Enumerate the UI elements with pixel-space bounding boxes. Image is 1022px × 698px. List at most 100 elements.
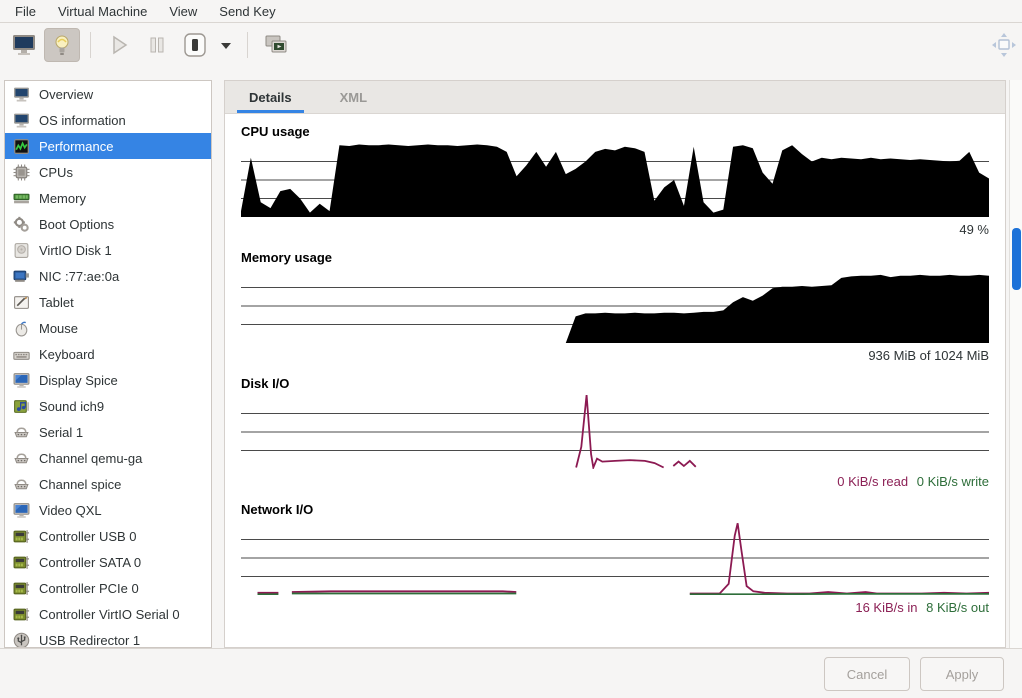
sidebar-item-label: Tablet [39, 295, 74, 310]
disk-read-value: 0 KiB/s read [837, 474, 908, 489]
sidebar-item-label: Video QXL [39, 503, 102, 518]
sidebar-item-usb-redirector-1[interactable]: USB Redirector 1 [5, 627, 211, 648]
sidebar-item-overview[interactable]: Overview [5, 81, 211, 107]
menu-view[interactable]: View [158, 2, 208, 21]
display-icon [13, 502, 30, 519]
sidebar-item-channel-spice[interactable]: Channel spice [5, 471, 211, 497]
play-icon [107, 33, 131, 57]
sidebar-item-mouse[interactable]: Mouse [5, 315, 211, 341]
cpu-usage-chart [241, 143, 989, 217]
sidebar-item-tablet[interactable]: Tablet [5, 289, 211, 315]
shutdown-menu-button[interactable] [215, 28, 237, 62]
vertical-scrollbar[interactable] [1009, 80, 1022, 648]
menu-virtual-machine[interactable]: Virtual Machine [47, 2, 158, 21]
tab-xml[interactable]: XML [316, 81, 391, 113]
performance-panel: CPU usage 49 % Memory usage 936 MiB of 1… [225, 114, 1005, 617]
caret-down-icon [219, 33, 233, 57]
sidebar-item-label: Mouse [39, 321, 78, 336]
sidebar-item-serial-1[interactable]: Serial 1 [5, 419, 211, 445]
sidebar-item-label: Display Spice [39, 373, 118, 388]
sidebar-item-nic-77-ae-0a[interactable]: NIC :77:ae:0a [5, 263, 211, 289]
sidebar-item-label: VirtIO Disk 1 [39, 243, 112, 258]
sidebar-item-memory[interactable]: Memory [5, 185, 211, 211]
displays-icon [263, 33, 289, 57]
sidebar-item-label: Channel spice [39, 477, 121, 492]
disk-io-title: Disk I/O [241, 376, 989, 391]
sidebar-item-label: Boot Options [39, 217, 114, 232]
footer: Cancel Apply [0, 648, 1022, 698]
sidebar-item-boot-options[interactable]: Boot Options [5, 211, 211, 237]
sidebar-item-os-information[interactable]: OS information [5, 107, 211, 133]
virtual-displays-button[interactable] [258, 28, 294, 62]
disk-icon [13, 242, 30, 259]
cpu-usage-section: CPU usage 49 % [241, 124, 989, 239]
cpu-icon [13, 164, 30, 181]
sidebar-item-label: CPUs [39, 165, 73, 180]
pause-button[interactable] [139, 28, 175, 62]
sidebar-item-label: Controller PCIe 0 [39, 581, 139, 596]
sidebar-item-controller-usb-0[interactable]: Controller USB 0 [5, 523, 211, 549]
sidebar-item-label: USB Redirector 1 [39, 633, 140, 648]
network-out-value: 8 KiB/s out [926, 600, 989, 615]
fullscreen-icon [990, 32, 1018, 58]
memory-usage-section: Memory usage 936 MiB of 1024 MiB [241, 250, 989, 365]
pause-icon [146, 33, 168, 57]
menu-file[interactable]: File [4, 2, 47, 21]
sidebar-item-controller-sata-0[interactable]: Controller SATA 0 [5, 549, 211, 575]
sidebar-item-label: Performance [39, 139, 113, 154]
network-io-section: Network I/O 16 KiB/s in 8 KiB/s out [241, 502, 989, 617]
memory-usage-chart [241, 269, 989, 343]
sidebar-item-video-qxl[interactable]: Video QXL [5, 497, 211, 523]
sidebar-item-label: Controller VirtIO Serial 0 [39, 607, 180, 622]
sidebar-item-label: Keyboard [39, 347, 95, 362]
sidebar-item-cpus[interactable]: CPUs [5, 159, 211, 185]
sidebar-item-controller-pcie-0[interactable]: Controller PCIe 0 [5, 575, 211, 601]
toolbar-separator [247, 32, 248, 58]
sidebar-item-label: Controller SATA 0 [39, 555, 141, 570]
computer-icon [13, 112, 30, 129]
serial-icon [13, 476, 30, 493]
menu-send-key[interactable]: Send Key [208, 2, 286, 21]
show-console-button[interactable] [6, 28, 42, 62]
shutdown-icon [182, 32, 208, 58]
toolbar [0, 23, 1022, 66]
performance-icon [13, 138, 30, 155]
sidebar-item-label: Sound ich9 [39, 399, 104, 414]
cancel-button[interactable]: Cancel [824, 657, 910, 691]
nic-icon [13, 268, 30, 285]
sidebar-item-performance[interactable]: Performance [5, 133, 211, 159]
sidebar-item-channel-qemu-ga[interactable]: Channel qemu-ga [5, 445, 211, 471]
sidebar-item-label: Controller USB 0 [39, 529, 137, 544]
sidebar-item-keyboard[interactable]: Keyboard [5, 341, 211, 367]
hardware-list: Overview OS information Performance CPUs Mem… [4, 80, 212, 648]
sidebar-item-virtio-disk-1[interactable]: VirtIO Disk 1 [5, 237, 211, 263]
controller-icon [13, 580, 30, 597]
show-details-button[interactable] [44, 28, 80, 62]
sidebar-item-label: OS information [39, 113, 126, 128]
controller-icon [13, 528, 30, 545]
fullscreen-button[interactable] [986, 28, 1022, 62]
cpu-usage-title: CPU usage [241, 124, 989, 139]
disk-io-section: Disk I/O 0 KiB/s read 0 KiB/s write [241, 376, 989, 491]
sidebar-item-label: Serial 1 [39, 425, 83, 440]
network-io-title: Network I/O [241, 502, 989, 517]
sidebar-item-display-spice[interactable]: Display Spice [5, 367, 211, 393]
computer-icon [13, 86, 30, 103]
tab-details[interactable]: Details [225, 81, 316, 113]
cpu-usage-value: 49 % [241, 222, 989, 239]
shutdown-button[interactable] [177, 28, 213, 62]
memory-usage-value: 936 MiB of 1024 MiB [241, 348, 989, 365]
sidebar-item-controller-virtio-serial-0[interactable]: Controller VirtIO Serial 0 [5, 601, 211, 627]
disk-io-chart [241, 395, 989, 469]
run-button[interactable] [101, 28, 137, 62]
display-icon [13, 372, 30, 389]
scrollbar-thumb[interactable] [1012, 228, 1021, 290]
apply-button[interactable]: Apply [920, 657, 1004, 691]
lightbulb-icon [51, 33, 73, 57]
console-icon [11, 33, 37, 57]
toolbar-separator [90, 32, 91, 58]
sidebar-item-sound-ich9[interactable]: Sound ich9 [5, 393, 211, 419]
memory-usage-title: Memory usage [241, 250, 989, 265]
sound-icon [13, 398, 30, 415]
tab-bar: Details XML [225, 81, 1005, 114]
